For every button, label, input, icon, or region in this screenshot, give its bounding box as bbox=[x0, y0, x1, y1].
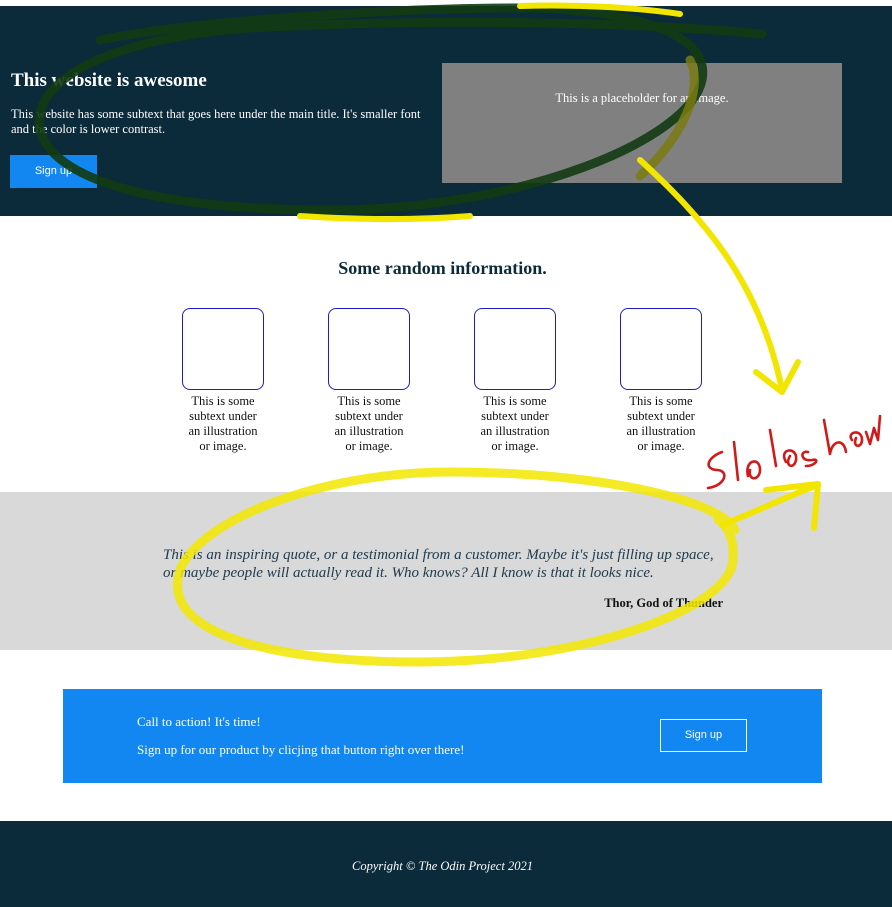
illustration-placeholder bbox=[620, 308, 702, 390]
cta-signup-button[interactable]: Sign up bbox=[660, 719, 747, 752]
footer: Copyright © The Odin Project 2021 bbox=[0, 821, 892, 907]
info-card: This is some subtext under an illustrati… bbox=[182, 308, 282, 454]
quote-section: This is an inspiring quote, or a testimo… bbox=[0, 492, 892, 650]
hero-image-placeholder-text: This is a placeholder for an image. bbox=[555, 91, 729, 105]
illustration-placeholder bbox=[182, 308, 264, 390]
hero-subtext: This website has some subtext that goes … bbox=[11, 107, 421, 136]
info-card: This is some subtext under an illustrati… bbox=[474, 308, 574, 454]
quote-text: This is an inspiring quote, or a testimo… bbox=[163, 547, 714, 581]
info-card-text: This is some subtext under an illustrati… bbox=[626, 394, 696, 453]
cta-heading: Call to action! It's time! bbox=[137, 714, 261, 729]
hero-signup-button[interactable]: Sign up bbox=[10, 155, 97, 188]
info-card-text: This is some subtext under an illustrati… bbox=[334, 394, 404, 453]
info-card: This is some subtext under an illustrati… bbox=[328, 308, 428, 454]
hero-section: This website is awesome This website has… bbox=[0, 6, 892, 216]
marker-handwriting-red bbox=[706, 414, 882, 490]
footer-copyright: Copyright © The Odin Project 2021 bbox=[352, 859, 533, 873]
hero-image-placeholder: This is a placeholder for an image. bbox=[442, 63, 842, 183]
cta-description: Sign up for our product by clicjing that… bbox=[137, 742, 465, 757]
illustration-placeholder bbox=[474, 308, 556, 390]
info-card: This is some subtext under an illustrati… bbox=[620, 308, 720, 454]
hero-title: This website is awesome bbox=[11, 70, 207, 91]
info-title: Some random information. bbox=[338, 258, 547, 278]
info-card-text: This is some subtext under an illustrati… bbox=[480, 394, 550, 453]
marker-arrow-head-yellow bbox=[753, 359, 801, 395]
cta-section: Call to action! It's time! Sign up for o… bbox=[63, 689, 822, 783]
marker-loop-yellow-bottom bbox=[297, 213, 473, 222]
info-card-text: This is some subtext under an illustrati… bbox=[188, 394, 258, 453]
illustration-placeholder bbox=[328, 308, 410, 390]
quote-author: Thor, God of Thunder bbox=[604, 596, 723, 610]
